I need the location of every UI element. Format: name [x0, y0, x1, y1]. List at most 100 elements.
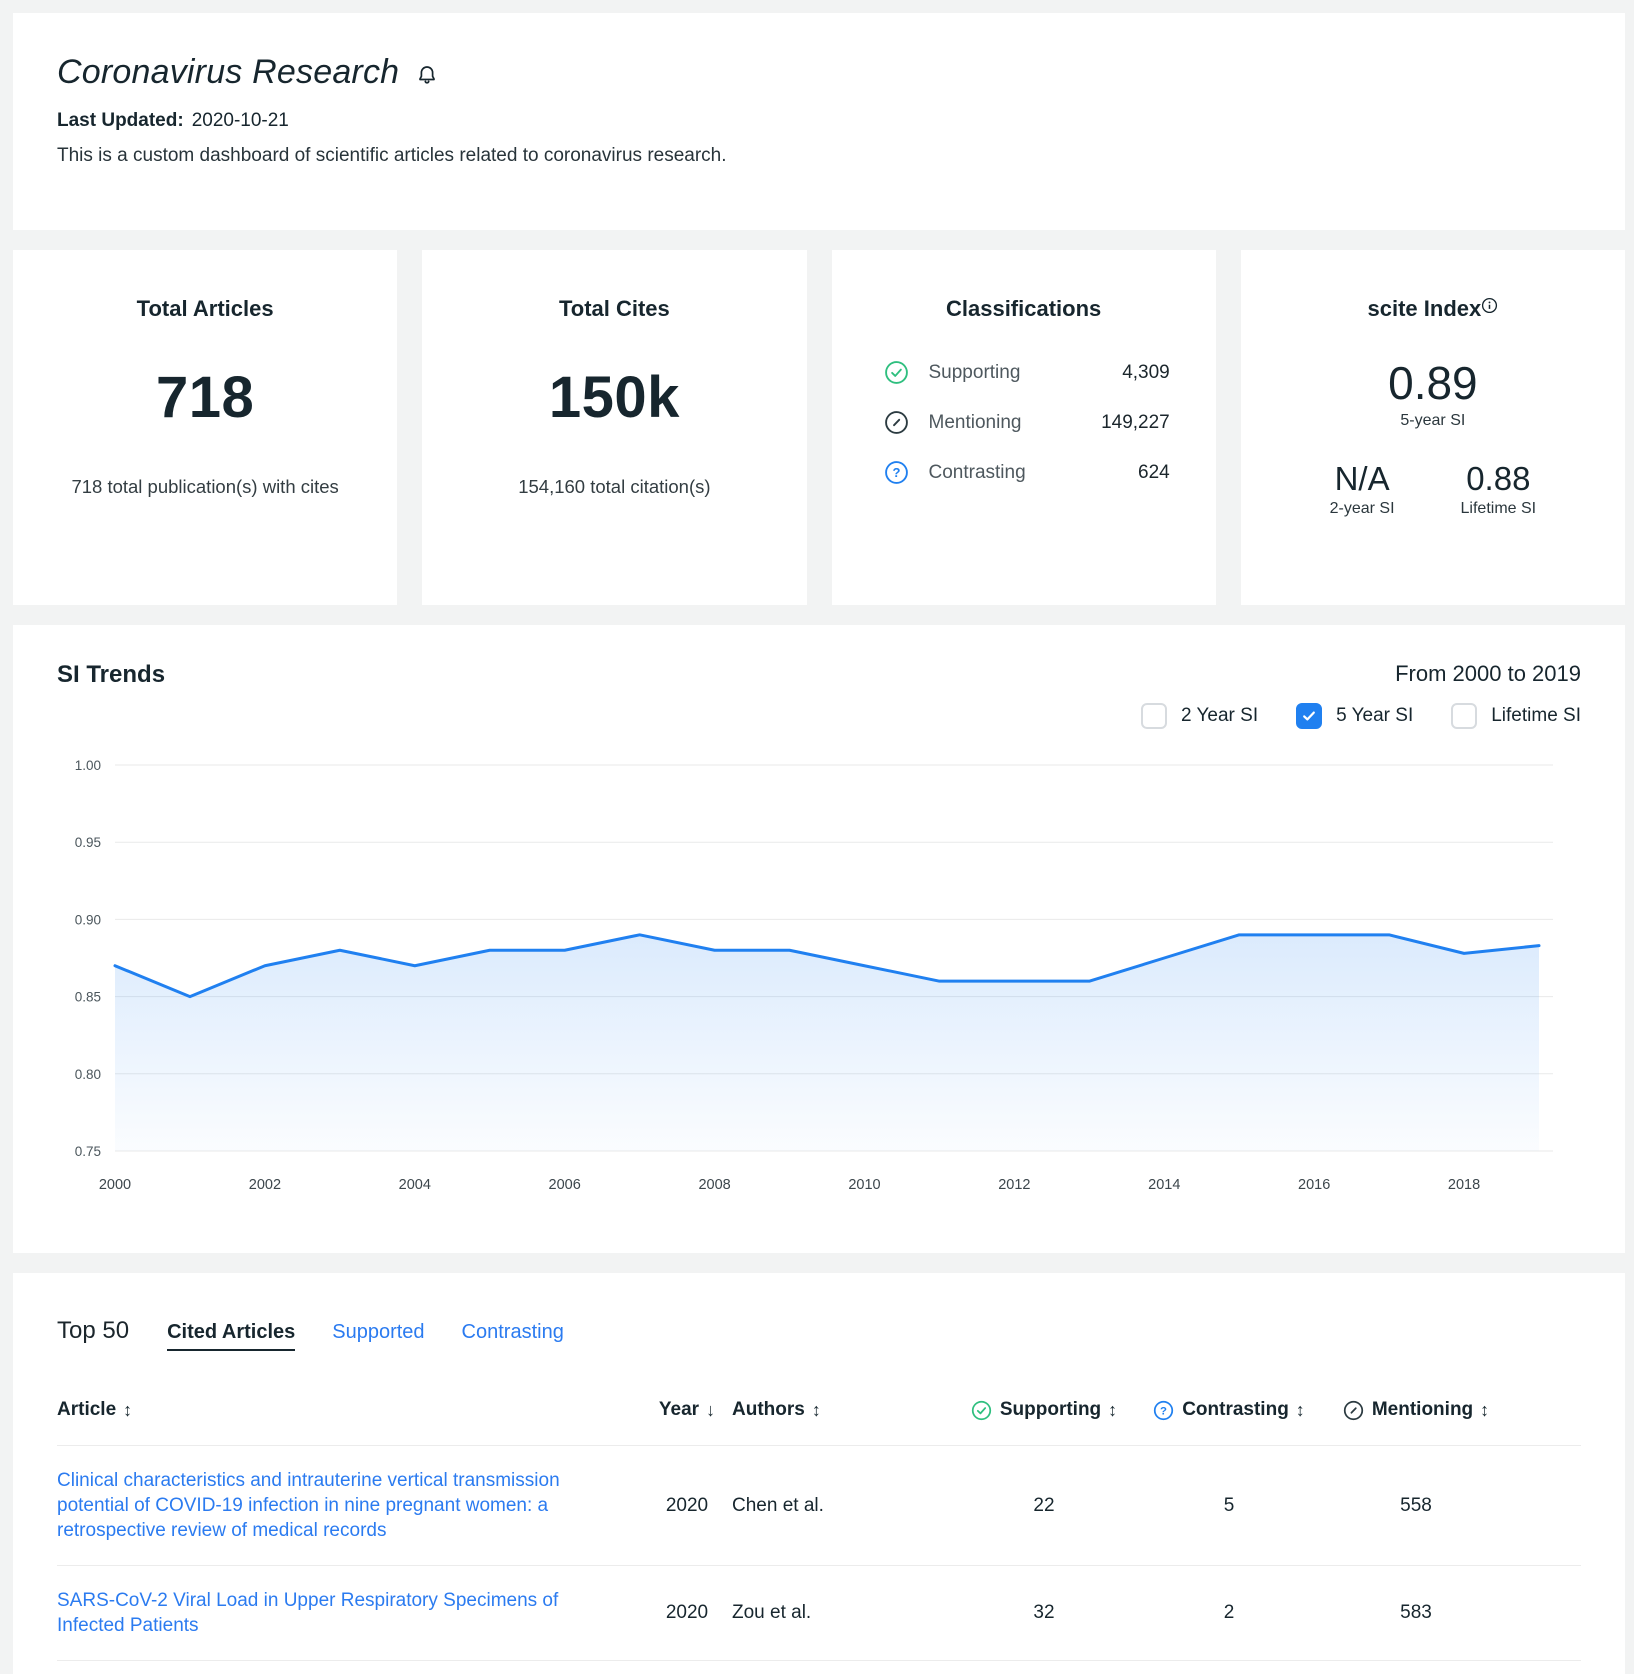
- column-header-supporting: Supporting ↕: [950, 1399, 1138, 1421]
- contrasting-cell: 5: [1138, 1495, 1320, 1517]
- svg-text:2004: 2004: [399, 1177, 431, 1193]
- last-updated: Last Updated: 2020-10-21: [57, 110, 1581, 132]
- mentioning-icon: [1343, 1400, 1364, 1421]
- sort-desc-icon-year[interactable]: ↓: [706, 1400, 715, 1421]
- svg-text:0.85: 0.85: [75, 990, 101, 1005]
- svg-text:2006: 2006: [549, 1177, 581, 1193]
- svg-text:2000: 2000: [99, 1177, 131, 1193]
- scite-index-lifetime-label: Lifetime SI: [1461, 500, 1537, 518]
- top-50-heading: Top 50: [57, 1317, 129, 1345]
- last-updated-label: Last Updated:: [57, 110, 184, 131]
- year-cell: 2020: [642, 1602, 732, 1624]
- scite-index-2yr-label: 2-year SI: [1330, 500, 1395, 518]
- supporting-icon: [884, 360, 909, 385]
- top-articles-card: Top 50 Cited Articles Supported Contrast…: [13, 1273, 1625, 1674]
- scite-index-5yr-value: 0.89: [1271, 356, 1595, 410]
- total-cites-value: 150k: [452, 364, 776, 431]
- stats-row: Total Articles 718 718 total publication…: [13, 250, 1625, 605]
- svg-text:2018: 2018: [1448, 1177, 1480, 1193]
- classification-row-mentioning: Mentioning 149,227: [884, 410, 1170, 435]
- supporting-cell: 32: [950, 1602, 1138, 1624]
- svg-text:2010: 2010: [848, 1177, 880, 1193]
- scite-index-2yr-value: N/A: [1330, 460, 1395, 498]
- article-link[interactable]: Clinical characteristics and intrauterin…: [57, 1468, 642, 1543]
- contrasting-icon: ?: [884, 460, 909, 485]
- total-articles-subtitle: 718 total publication(s) with cites: [69, 475, 341, 500]
- tab-supported[interactable]: Supported: [332, 1321, 424, 1344]
- sort-icon-contrasting[interactable]: ↕: [1296, 1400, 1305, 1421]
- scite-index-lifetime-value: 0.88: [1461, 460, 1537, 498]
- mentioning-cell: 583: [1320, 1602, 1512, 1624]
- classification-label: Contrasting: [929, 462, 1026, 484]
- table-row: SARS-CoV-2 Viral Load in Upper Respirato…: [57, 1566, 1581, 1661]
- column-header-contrasting: ? Contrasting ↕: [1138, 1399, 1320, 1421]
- si-trends-card: SI Trends From 2000 to 2019 2 Year SI 5 …: [13, 625, 1625, 1253]
- si-trends-chart-svg: 0.750.800.850.900.951.002000200220042006…: [57, 751, 1581, 1203]
- authors-cell: Chen et al.: [732, 1495, 950, 1517]
- authors-cell: Zou et al.: [732, 1602, 950, 1624]
- supporting-icon: [971, 1400, 992, 1421]
- checkbox-label: Lifetime SI: [1491, 705, 1581, 727]
- svg-text:2014: 2014: [1148, 1177, 1180, 1193]
- svg-text:2008: 2008: [698, 1177, 730, 1193]
- column-header-year: Year ↓: [642, 1399, 732, 1421]
- classification-value: 4,309: [1122, 362, 1170, 384]
- card-title: scite Index: [1271, 296, 1595, 322]
- toggle-2-year-si: 2 Year SI: [1141, 703, 1258, 729]
- svg-text:2002: 2002: [249, 1177, 281, 1193]
- checkbox-2-year-si[interactable]: [1141, 703, 1167, 729]
- total-articles-value: 718: [43, 364, 367, 431]
- checkbox-5-year-si[interactable]: [1296, 703, 1322, 729]
- si-trends-chart: 0.750.800.850.900.951.002000200220042006…: [57, 751, 1581, 1208]
- last-updated-value: 2020-10-21: [192, 110, 289, 131]
- checkbox-label: 5 Year SI: [1336, 705, 1413, 727]
- si-trends-title: SI Trends: [57, 661, 165, 689]
- sort-icon-article[interactable]: ↕: [123, 1400, 132, 1421]
- total-cites-subtitle: 154,160 total citation(s): [474, 475, 754, 500]
- column-header-article: Article ↕: [57, 1399, 642, 1421]
- classification-label: Supporting: [929, 362, 1021, 384]
- table-row: Clinical characteristics and intrauterin…: [57, 1446, 1581, 1566]
- classification-row-supporting: Supporting 4,309: [884, 360, 1170, 385]
- dashboard: Coronavirus Research Last Updated: 2020-1…: [13, 13, 1625, 1674]
- page-title: Coronavirus Research: [57, 53, 399, 92]
- sort-icon-supporting[interactable]: ↕: [1108, 1400, 1117, 1421]
- classifications-card: Classifications Supporting 4,309 Mention: [832, 250, 1216, 605]
- total-articles-card: Total Articles 718 718 total publication…: [13, 250, 397, 605]
- table-header-row: Article ↕ Year ↓ Authors ↕ Supporting ↕: [57, 1399, 1581, 1446]
- classification-value: 149,227: [1101, 412, 1170, 434]
- column-header-authors: Authors ↕: [732, 1399, 950, 1421]
- sort-icon-authors[interactable]: ↕: [812, 1400, 821, 1421]
- svg-text:?: ?: [1160, 1405, 1167, 1417]
- mentioning-cell: 558: [1320, 1495, 1512, 1517]
- info-icon[interactable]: [1481, 297, 1498, 314]
- checkbox-lifetime-si[interactable]: [1451, 703, 1477, 729]
- classification-value: 624: [1138, 462, 1170, 484]
- svg-text:1.00: 1.00: [75, 758, 101, 773]
- scite-index-title: scite Index: [1368, 296, 1482, 321]
- checkbox-label: 2 Year SI: [1181, 705, 1258, 727]
- svg-text:?: ?: [892, 465, 900, 480]
- contrasting-icon: ?: [1153, 1400, 1174, 1421]
- mentioning-icon: [884, 410, 909, 435]
- card-title: Classifications: [862, 296, 1186, 322]
- dashboard-description: This is a custom dashboard of scientific…: [57, 145, 1581, 167]
- scite-index-lifetime: 0.88 Lifetime SI: [1461, 460, 1537, 518]
- toggle-5-year-si: 5 Year SI: [1296, 703, 1413, 729]
- svg-text:0.95: 0.95: [75, 835, 101, 850]
- notification-bell-icon[interactable]: [415, 63, 439, 87]
- column-header-mentioning: Mentioning ↕: [1320, 1399, 1512, 1421]
- scite-index-card: scite Index 0.89 5-year SI N/A 2-year SI…: [1241, 250, 1625, 605]
- classification-label: Mentioning: [929, 412, 1022, 434]
- total-cites-card: Total Cites 150k 154,160 total citation(…: [422, 250, 806, 605]
- tab-contrasting[interactable]: Contrasting: [462, 1321, 564, 1344]
- sort-icon-mentioning[interactable]: ↕: [1480, 1400, 1489, 1421]
- scite-index-5yr-label: 5-year SI: [1271, 412, 1595, 430]
- article-link[interactable]: SARS-CoV-2 Viral Load in Upper Respirato…: [57, 1588, 642, 1638]
- classification-row-contrasting: ? Contrasting 624: [884, 460, 1170, 485]
- svg-text:0.90: 0.90: [75, 912, 101, 927]
- scite-index-2yr: N/A 2-year SI: [1330, 460, 1395, 518]
- tab-cited-articles[interactable]: Cited Articles: [167, 1321, 295, 1351]
- svg-text:2012: 2012: [998, 1177, 1030, 1193]
- card-title: Total Cites: [452, 296, 776, 322]
